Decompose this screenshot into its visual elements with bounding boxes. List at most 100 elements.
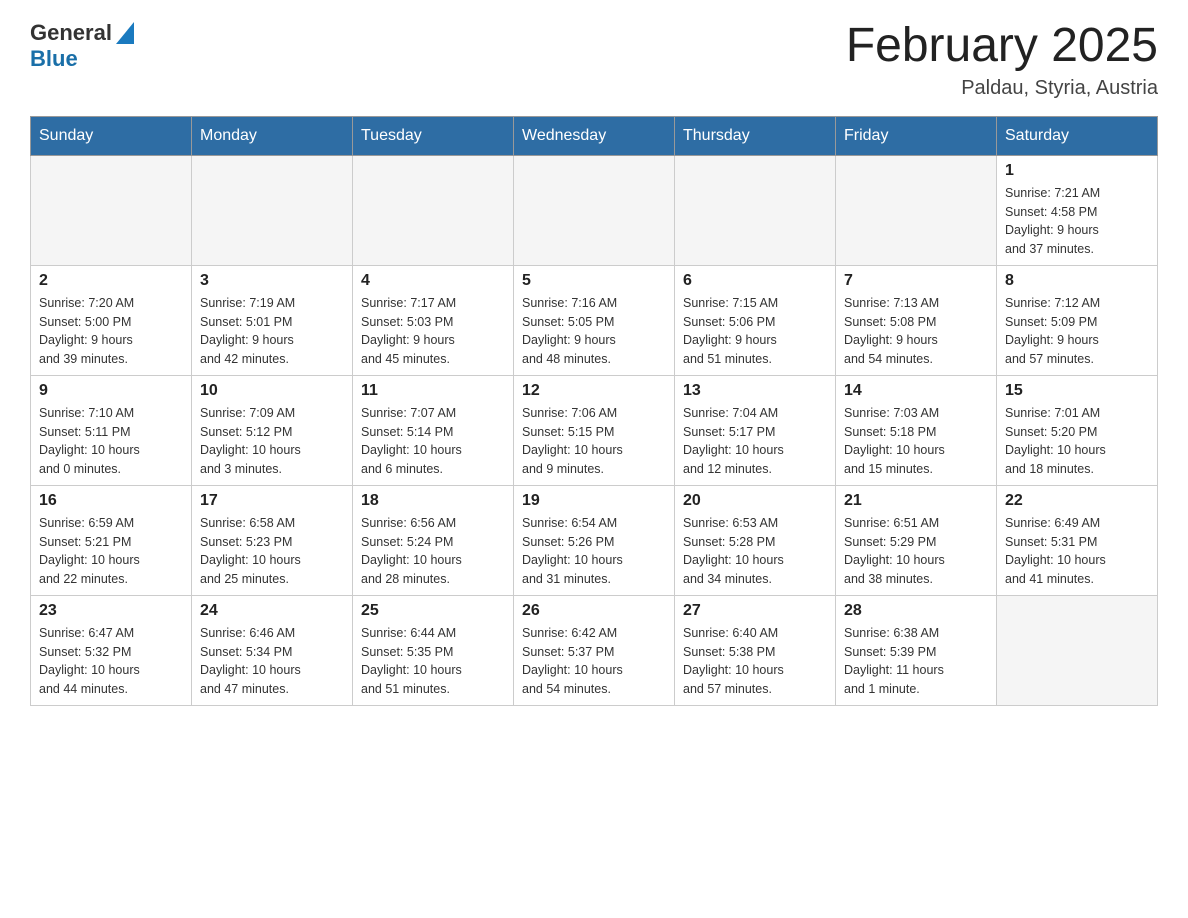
day-number: 13 bbox=[683, 382, 827, 400]
calendar-cell: 5 Sunrise: 7:16 AMSunset: 5:05 PMDaylight… bbox=[514, 265, 675, 375]
day-info: Sunrise: 7:15 AMSunset: 5:06 PMDaylight:… bbox=[683, 294, 827, 369]
page-header: General Blue February 2025 Paldau, Styri… bbox=[30, 20, 1158, 100]
calendar-week-5: 23Sunrise: 6:47 AMSunset: 5:32 PMDayligh… bbox=[31, 595, 1158, 705]
calendar-cell bbox=[31, 155, 192, 265]
day-info: Sunrise: 6:38 AMSunset: 5:39 PMDaylight:… bbox=[844, 624, 988, 699]
calendar-cell: 10 Sunrise: 7:09 AMSunset: 5:12 PMDayligh… bbox=[192, 375, 353, 485]
day-info: Sunrise: 7:09 AMSunset: 5:12 PMDaylight:… bbox=[200, 404, 344, 479]
day-info: Sunrise: 6:49 AMSunset: 5:31 PMDaylight:… bbox=[1005, 514, 1149, 589]
day-info: Sunrise: 7:10 AMSunset: 5:11 PMDaylight:… bbox=[39, 404, 183, 479]
calendar-cell: 16 Sunrise: 6:59 AMSunset: 5:21 PMDayligh… bbox=[31, 485, 192, 595]
calendar-cell bbox=[836, 155, 997, 265]
day-number: 19 bbox=[522, 492, 666, 510]
day-number: 5 bbox=[522, 272, 666, 290]
day-info: Sunrise: 7:12 AMSunset: 5:09 PMDaylight:… bbox=[1005, 294, 1149, 369]
logo: General Blue bbox=[30, 20, 134, 72]
day-number: 24 bbox=[200, 602, 344, 620]
calendar-cell: 23Sunrise: 6:47 AMSunset: 5:32 PMDayligh… bbox=[31, 595, 192, 705]
calendar-cell: 15Sunrise: 7:01 AMSunset: 5:20 PMDayligh… bbox=[997, 375, 1158, 485]
location: Paldau, Styria, Austria bbox=[846, 77, 1158, 100]
calendar-week-3: 9 Sunrise: 7:10 AMSunset: 5:11 PMDaylight… bbox=[31, 375, 1158, 485]
calendar-cell: 3 Sunrise: 7:19 AMSunset: 5:01 PMDaylight… bbox=[192, 265, 353, 375]
day-info: Sunrise: 6:42 AMSunset: 5:37 PMDaylight:… bbox=[522, 624, 666, 699]
calendar-cell: 17 Sunrise: 6:58 AMSunset: 5:23 PMDayligh… bbox=[192, 485, 353, 595]
calendar-header-sunday: Sunday bbox=[31, 116, 192, 155]
calendar-cell: 25Sunrise: 6:44 AMSunset: 5:35 PMDayligh… bbox=[353, 595, 514, 705]
calendar-header-monday: Monday bbox=[192, 116, 353, 155]
day-info: Sunrise: 6:53 AMSunset: 5:28 PMDaylight:… bbox=[683, 514, 827, 589]
calendar-cell: 28 Sunrise: 6:38 AMSunset: 5:39 PMDayligh… bbox=[836, 595, 997, 705]
calendar-cell: 4 Sunrise: 7:17 AMSunset: 5:03 PMDaylight… bbox=[353, 265, 514, 375]
day-number: 6 bbox=[683, 272, 827, 290]
logo-blue-text: Blue bbox=[30, 46, 78, 71]
calendar-header-row: SundayMondayTuesdayWednesdayThursdayFrid… bbox=[31, 116, 1158, 155]
day-number: 20 bbox=[683, 492, 827, 510]
day-number: 27 bbox=[683, 602, 827, 620]
day-number: 28 bbox=[844, 602, 988, 620]
calendar-cell: 8 Sunrise: 7:12 AMSunset: 5:09 PMDaylight… bbox=[997, 265, 1158, 375]
day-number: 1 bbox=[1005, 162, 1149, 180]
day-info: Sunrise: 6:59 AMSunset: 5:21 PMDaylight:… bbox=[39, 514, 183, 589]
day-info: Sunrise: 6:46 AMSunset: 5:34 PMDaylight:… bbox=[200, 624, 344, 699]
calendar-cell: 12 Sunrise: 7:06 AMSunset: 5:15 PMDayligh… bbox=[514, 375, 675, 485]
calendar-cell: 24 Sunrise: 6:46 AMSunset: 5:34 PMDayligh… bbox=[192, 595, 353, 705]
logo-general-text: General bbox=[30, 20, 112, 46]
day-info: Sunrise: 6:47 AMSunset: 5:32 PMDaylight:… bbox=[39, 624, 183, 699]
calendar-cell bbox=[514, 155, 675, 265]
day-info: Sunrise: 6:56 AMSunset: 5:24 PMDaylight:… bbox=[361, 514, 505, 589]
day-info: Sunrise: 7:04 AMSunset: 5:17 PMDaylight:… bbox=[683, 404, 827, 479]
day-info: Sunrise: 6:44 AMSunset: 5:35 PMDaylight:… bbox=[361, 624, 505, 699]
calendar-cell: 19 Sunrise: 6:54 AMSunset: 5:26 PMDayligh… bbox=[514, 485, 675, 595]
calendar-cell: 1Sunrise: 7:21 AMSunset: 4:58 PMDaylight… bbox=[997, 155, 1158, 265]
title-block: February 2025 Paldau, Styria, Austria bbox=[846, 20, 1158, 100]
day-info: Sunrise: 7:03 AMSunset: 5:18 PMDaylight:… bbox=[844, 404, 988, 479]
day-number: 12 bbox=[522, 382, 666, 400]
day-info: Sunrise: 7:19 AMSunset: 5:01 PMDaylight:… bbox=[200, 294, 344, 369]
logo-triangle-icon bbox=[114, 22, 134, 44]
day-info: Sunrise: 6:51 AMSunset: 5:29 PMDaylight:… bbox=[844, 514, 988, 589]
calendar-cell: 14Sunrise: 7:03 AMSunset: 5:18 PMDayligh… bbox=[836, 375, 997, 485]
month-title: February 2025 bbox=[846, 20, 1158, 73]
day-number: 18 bbox=[361, 492, 505, 510]
day-number: 3 bbox=[200, 272, 344, 290]
calendar-week-1: 1Sunrise: 7:21 AMSunset: 4:58 PMDaylight… bbox=[31, 155, 1158, 265]
day-number: 16 bbox=[39, 492, 183, 510]
calendar-cell: 21Sunrise: 6:51 AMSunset: 5:29 PMDayligh… bbox=[836, 485, 997, 595]
calendar-cell bbox=[192, 155, 353, 265]
calendar-week-2: 2 Sunrise: 7:20 AMSunset: 5:00 PMDaylight… bbox=[31, 265, 1158, 375]
calendar-cell bbox=[353, 155, 514, 265]
day-info: Sunrise: 7:17 AMSunset: 5:03 PMDaylight:… bbox=[361, 294, 505, 369]
day-number: 4 bbox=[361, 272, 505, 290]
day-info: Sunrise: 7:20 AMSunset: 5:00 PMDaylight:… bbox=[39, 294, 183, 369]
day-info: Sunrise: 6:58 AMSunset: 5:23 PMDaylight:… bbox=[200, 514, 344, 589]
day-number: 10 bbox=[200, 382, 344, 400]
calendar-cell bbox=[997, 595, 1158, 705]
calendar-cell: 22Sunrise: 6:49 AMSunset: 5:31 PMDayligh… bbox=[997, 485, 1158, 595]
day-info: Sunrise: 7:13 AMSunset: 5:08 PMDaylight:… bbox=[844, 294, 988, 369]
calendar-week-4: 16 Sunrise: 6:59 AMSunset: 5:21 PMDayligh… bbox=[31, 485, 1158, 595]
day-info: Sunrise: 7:01 AMSunset: 5:20 PMDaylight:… bbox=[1005, 404, 1149, 479]
calendar-cell: 11Sunrise: 7:07 AMSunset: 5:14 PMDayligh… bbox=[353, 375, 514, 485]
day-number: 2 bbox=[39, 272, 183, 290]
calendar-header-tuesday: Tuesday bbox=[353, 116, 514, 155]
calendar-cell: 27 Sunrise: 6:40 AMSunset: 5:38 PMDayligh… bbox=[675, 595, 836, 705]
day-number: 17 bbox=[200, 492, 344, 510]
calendar-cell: 6 Sunrise: 7:15 AMSunset: 5:06 PMDaylight… bbox=[675, 265, 836, 375]
day-number: 11 bbox=[361, 382, 505, 400]
day-number: 26 bbox=[522, 602, 666, 620]
calendar-cell: 20 Sunrise: 6:53 AMSunset: 5:28 PMDayligh… bbox=[675, 485, 836, 595]
day-number: 7 bbox=[844, 272, 988, 290]
calendar-cell: 26 Sunrise: 6:42 AMSunset: 5:37 PMDayligh… bbox=[514, 595, 675, 705]
day-number: 9 bbox=[39, 382, 183, 400]
calendar-cell bbox=[675, 155, 836, 265]
calendar-header-saturday: Saturday bbox=[997, 116, 1158, 155]
day-info: Sunrise: 7:06 AMSunset: 5:15 PMDaylight:… bbox=[522, 404, 666, 479]
day-info: Sunrise: 6:54 AMSunset: 5:26 PMDaylight:… bbox=[522, 514, 666, 589]
calendar-cell: 7 Sunrise: 7:13 AMSunset: 5:08 PMDaylight… bbox=[836, 265, 997, 375]
day-info: Sunrise: 7:16 AMSunset: 5:05 PMDaylight:… bbox=[522, 294, 666, 369]
day-number: 8 bbox=[1005, 272, 1149, 290]
calendar-table: SundayMondayTuesdayWednesdayThursdayFrid… bbox=[30, 116, 1158, 706]
calendar-cell: 9 Sunrise: 7:10 AMSunset: 5:11 PMDaylight… bbox=[31, 375, 192, 485]
calendar-header-friday: Friday bbox=[836, 116, 997, 155]
day-info: Sunrise: 6:40 AMSunset: 5:38 PMDaylight:… bbox=[683, 624, 827, 699]
